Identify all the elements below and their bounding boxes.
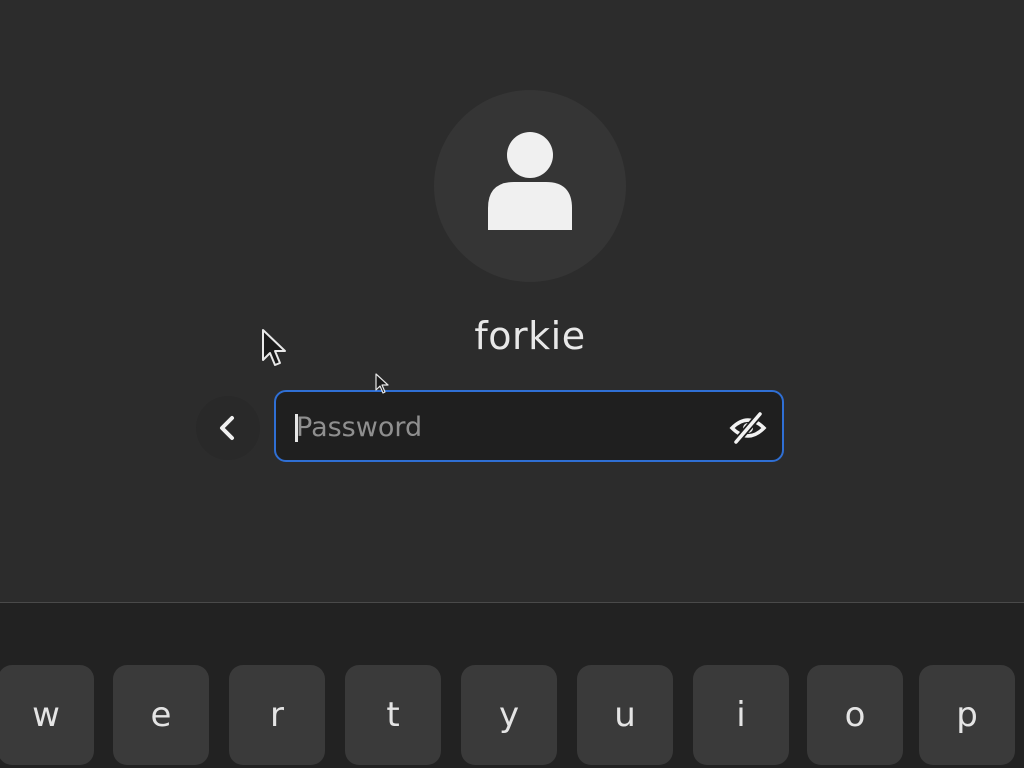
password-field[interactable] [274,390,784,462]
chevron-left-icon [220,416,234,440]
key-i[interactable]: i [693,665,789,765]
lock-screen: forkie w e r t y u i o p [0,0,1024,768]
user-avatar [434,90,626,282]
user-avatar-icon [488,132,572,230]
key-e[interactable]: e [113,665,209,765]
key-o[interactable]: o [807,665,903,765]
text-caret [295,414,298,442]
reveal-password-button[interactable] [728,410,768,446]
back-button[interactable] [196,396,260,460]
login-panel: forkie [0,0,1024,603]
key-u[interactable]: u [577,665,673,765]
mouse-pointer-icon [260,328,288,372]
mouse-pointer-icon [374,373,390,399]
password-input[interactable] [294,392,718,462]
key-p[interactable]: p [919,665,1015,765]
key-y[interactable]: y [461,665,557,765]
on-screen-keyboard: w e r t y u i o p [0,603,1024,768]
key-t[interactable]: t [345,665,441,765]
username-label: forkie [474,314,586,358]
key-w[interactable]: w [0,665,94,765]
key-r[interactable]: r [229,665,325,765]
eye-slash-icon [729,411,767,445]
